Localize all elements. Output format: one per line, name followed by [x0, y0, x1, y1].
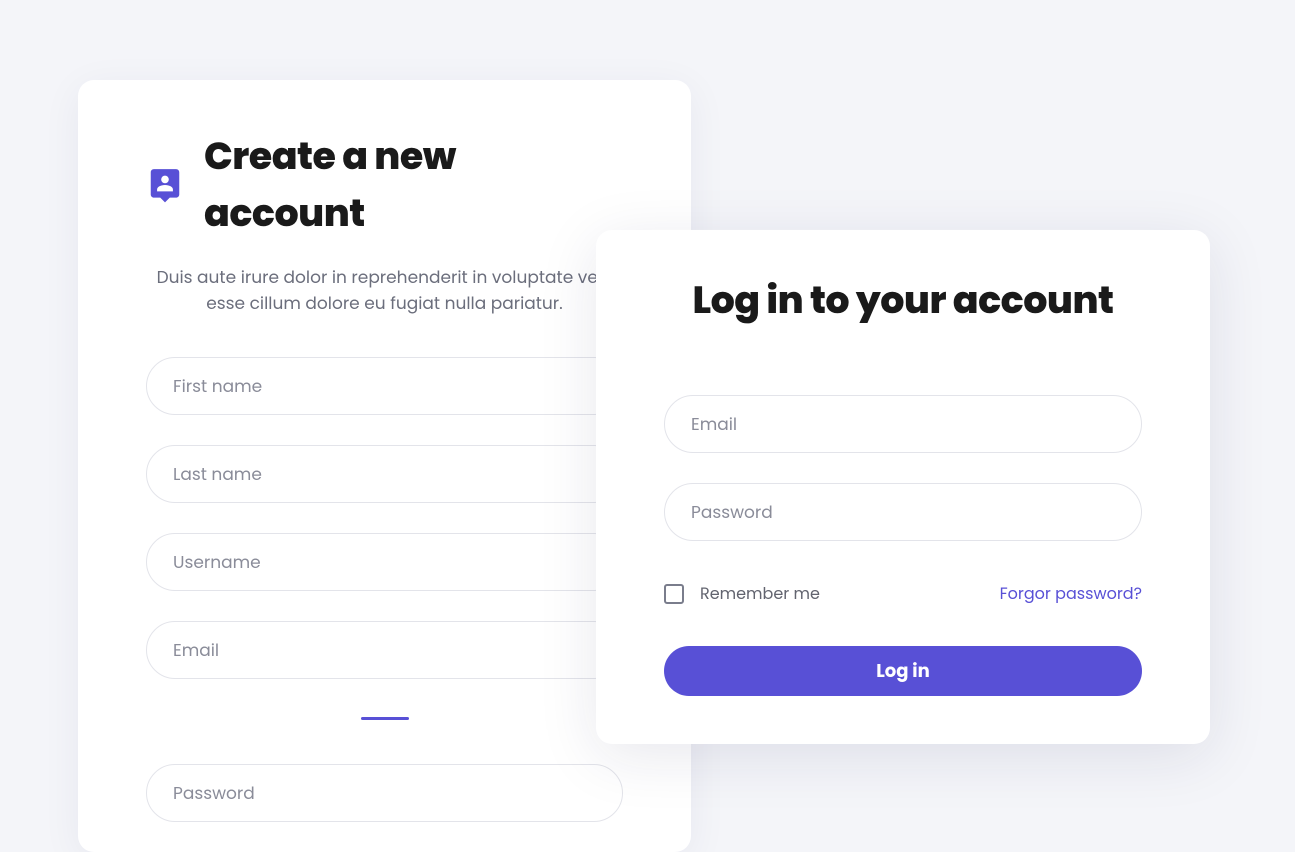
login-button[interactable]: Log in [664, 646, 1142, 696]
remember-me-label: Remember me [700, 581, 820, 606]
create-account-description: Duis aute irure dolor in reprehenderit i… [146, 264, 623, 317]
login-title: Log in to your account [664, 272, 1142, 329]
login-card: Log in to your account Remember me Forgo… [596, 230, 1210, 744]
person-pin-icon [146, 166, 184, 204]
first-name-field[interactable] [146, 357, 623, 415]
last-name-field[interactable] [146, 445, 623, 503]
login-options-row: Remember me Forgor password? [664, 581, 1142, 606]
remember-me-checkbox[interactable] [664, 584, 684, 604]
login-email-field[interactable] [664, 395, 1142, 453]
forgot-password-link[interactable]: Forgor password? [1000, 581, 1142, 606]
section-divider [361, 717, 409, 720]
email-field[interactable] [146, 621, 623, 679]
create-account-title: Create a new account [204, 128, 623, 242]
create-account-header: Create a new account [146, 128, 623, 242]
remember-me-group: Remember me [664, 581, 820, 606]
login-password-field[interactable] [664, 483, 1142, 541]
password-field[interactable] [146, 764, 623, 822]
username-field[interactable] [146, 533, 623, 591]
